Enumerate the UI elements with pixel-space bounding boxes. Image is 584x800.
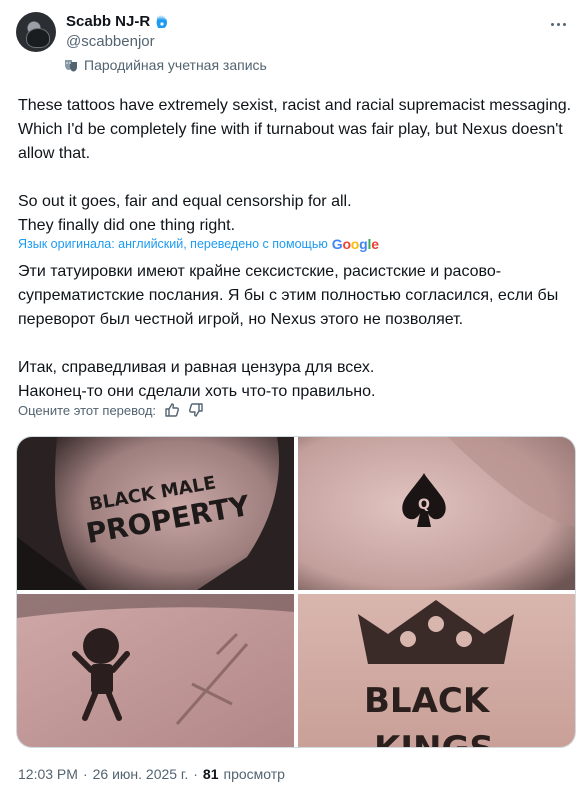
tweet-time[interactable]: 12:03 PM <box>18 766 78 782</box>
thumbs-up-icon[interactable] <box>164 402 180 418</box>
media-tile-spade-queen[interactable]: Q <box>298 437 575 590</box>
tweet-date[interactable]: 26 июн. 2025 г. <box>93 766 189 782</box>
tweet-translated-paragraph-3: Наконец-то они сделали хоть что-то прави… <box>18 383 376 400</box>
tweet-original-paragraph-1: These tattoos have extremely sexist, rac… <box>18 97 572 162</box>
tweet-original-paragraph-3: They finally did one thing right. <box>18 217 236 234</box>
thumbs-down-icon[interactable] <box>188 402 204 418</box>
rate-translation-row: Оцените этот перевод: <box>18 402 204 418</box>
media-tile-black-male-property[interactable]: BLACK MALE PROPERTY <box>17 437 294 590</box>
tweet-original-text: These tattoos have extremely sexist, rac… <box>18 94 578 238</box>
tweet-translated-paragraph-1: Эти татуировки имеют крайне сексистские,… <box>18 263 559 328</box>
parody-account-row: Пародийная учетная запись <box>64 57 267 73</box>
views-label: просмотр <box>223 766 285 782</box>
rate-translation-label: Оцените этот перевод: <box>18 402 157 418</box>
svg-text:Q: Q <box>418 497 430 513</box>
theater-mask-icon <box>64 58 78 72</box>
author-display-name[interactable]: Scabb NJ-R <box>66 13 150 30</box>
tweet-translated-paragraph-2: Итак, справедливая и равная цензура для … <box>18 359 375 376</box>
separator-dot: · <box>193 766 198 782</box>
google-logo: Google <box>331 236 379 252</box>
tattoo-text-black: BLACK <box>364 681 491 721</box>
media-grid[interactable]: BLACK MALE PROPERTY Q BLACK <box>16 436 576 748</box>
separator-dot: · <box>82 766 88 782</box>
author-avatar[interactable] <box>16 12 56 52</box>
translation-note-text: Язык оригинала: английский, переведено с… <box>18 237 328 251</box>
avatar-figure <box>26 28 50 48</box>
tweet-meta-row: 12:03 PM · 26 июн. 2025 г. · 81 просмотр <box>18 766 285 782</box>
tweet-original-paragraph-2: So out it goes, fair and equal censorshi… <box>18 193 352 210</box>
author-name-row: Scabb NJ-R <box>66 13 170 30</box>
translation-note[interactable]: Язык оригинала: английский, переведено с… <box>18 236 379 252</box>
parody-account-label: Пародийная учетная запись <box>84 57 267 73</box>
media-tile-black-kings[interactable]: BLACK KINGS <box>298 594 575 747</box>
hamsa-hand-icon <box>154 14 170 30</box>
views-count: 81 <box>202 766 219 782</box>
media-tile-figure-tattoo[interactable] <box>17 594 294 747</box>
tweet-translated-text: Эти татуировки имеют крайне сексистские,… <box>18 260 578 404</box>
more-options-button[interactable] <box>546 14 570 34</box>
author-handle[interactable]: @scabbenjor <box>66 33 155 50</box>
tattoo-text-kings: KINGS <box>374 729 494 747</box>
